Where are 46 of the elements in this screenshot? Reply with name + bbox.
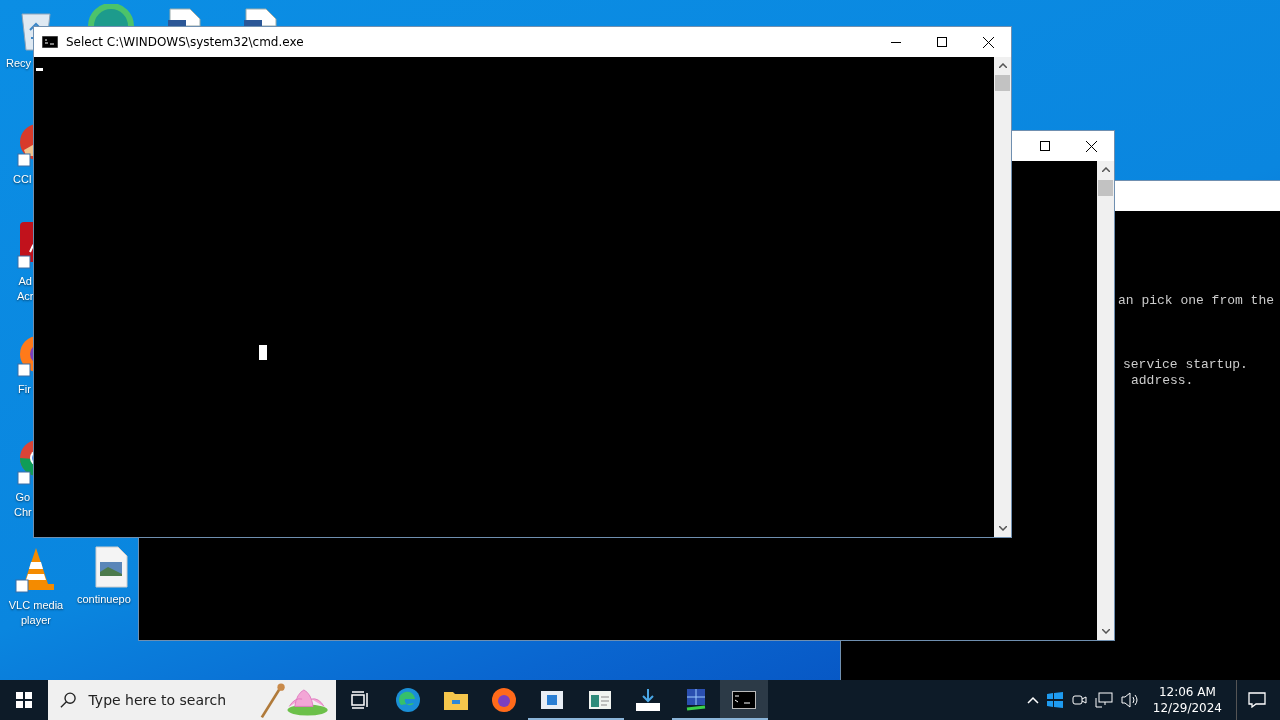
folder-icon bbox=[444, 690, 468, 710]
maximize-icon bbox=[937, 37, 947, 47]
minimize-icon bbox=[891, 41, 901, 43]
close-icon bbox=[982, 36, 994, 48]
window-title: Select C:\WINDOWS\system32\cmd.exe bbox=[66, 35, 304, 49]
terminal-icon bbox=[732, 691, 756, 709]
text-cursor bbox=[259, 345, 267, 360]
lotus-drawing bbox=[260, 681, 330, 719]
windows-icon bbox=[16, 692, 32, 708]
terminal-icon bbox=[42, 36, 58, 48]
scroll-thumb[interactable] bbox=[995, 75, 1010, 91]
image-file-icon bbox=[94, 546, 128, 588]
console-text: an pick one from the bbox=[1118, 293, 1275, 309]
search-field[interactable]: Type here to search bbox=[86, 691, 251, 709]
icon-label[interactable]: continuepo bbox=[77, 592, 131, 607]
volume-icon[interactable] bbox=[1120, 692, 1139, 708]
app-window-icon bbox=[589, 691, 611, 709]
scrollbar[interactable] bbox=[994, 57, 1011, 537]
app-window-icon bbox=[541, 691, 563, 709]
network-icon[interactable] bbox=[1094, 692, 1113, 708]
download-icon bbox=[636, 689, 660, 711]
windows-icon[interactable] bbox=[1046, 692, 1063, 708]
firefox-icon bbox=[491, 687, 517, 713]
camera-icon[interactable] bbox=[1070, 692, 1087, 708]
icon-label[interactable]: CCl bbox=[13, 172, 32, 187]
console-text: service startup. bbox=[1123, 357, 1248, 373]
task-view-icon bbox=[350, 691, 370, 709]
icon-label[interactable]: Ad Acr bbox=[17, 274, 34, 304]
icon-label[interactable]: VLC media player bbox=[8, 598, 64, 628]
search-box[interactable]: Type here to search bbox=[48, 680, 336, 720]
maximize-icon bbox=[1040, 141, 1050, 151]
clock-time: 12:06 AM bbox=[1158, 684, 1216, 700]
clock-date: 12/29/2024 bbox=[1152, 700, 1222, 716]
taskbar-app[interactable] bbox=[720, 680, 768, 720]
icon-label[interactable]: Fir bbox=[18, 382, 31, 397]
scroll-thumb[interactable] bbox=[1098, 180, 1113, 196]
search-icon bbox=[60, 691, 77, 709]
console-text: address. bbox=[1131, 373, 1194, 389]
text-cursor bbox=[36, 68, 43, 71]
scrollbar[interactable] bbox=[1097, 161, 1114, 640]
icon-label[interactable]: Recy bbox=[6, 56, 32, 71]
close-icon bbox=[1085, 140, 1097, 152]
notification-icon bbox=[1247, 692, 1266, 708]
clock[interactable]: 12:06 AM 12/29/2024 bbox=[1146, 684, 1228, 716]
chevron-up-icon[interactable] bbox=[1026, 696, 1039, 704]
icon-label[interactable]: Go Chr bbox=[14, 490, 32, 520]
